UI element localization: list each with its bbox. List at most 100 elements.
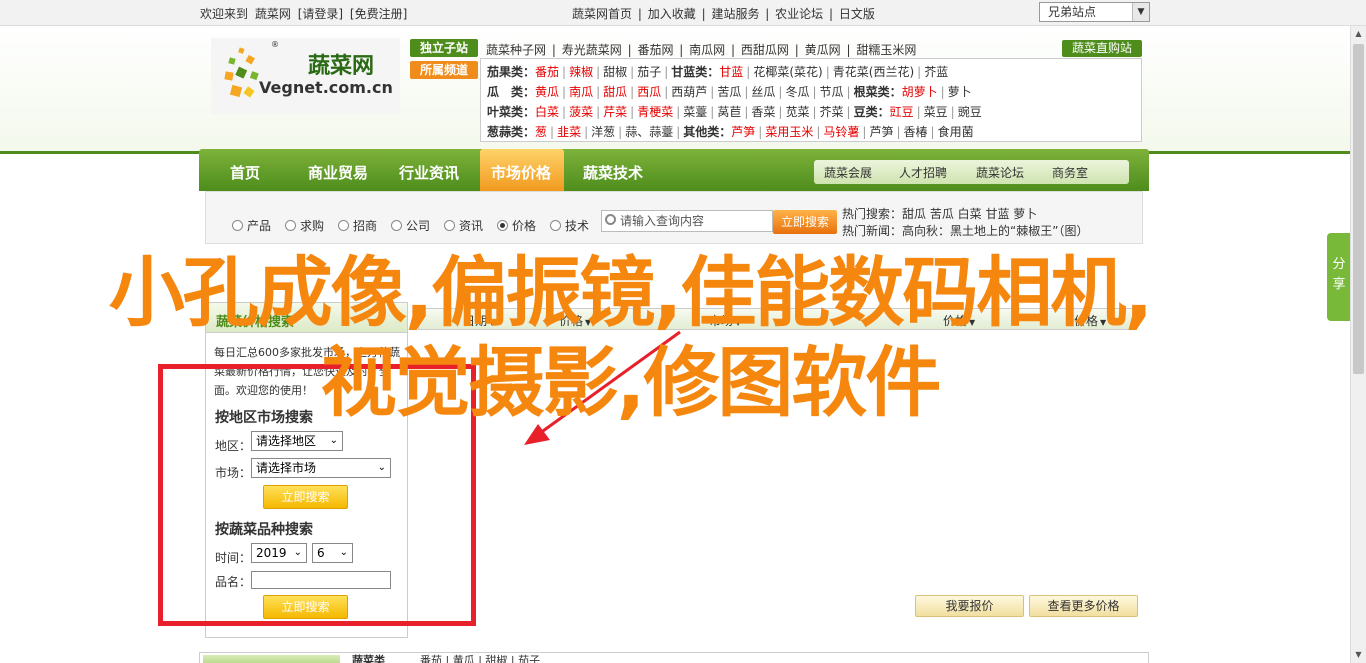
- vegetable-link[interactable]: 辣椒: [569, 65, 593, 79]
- vegetable-link[interactable]: 苋菜: [785, 105, 809, 119]
- vegetable-link[interactable]: 冬瓜: [785, 85, 809, 99]
- radio-price[interactable]: 价格: [497, 217, 536, 234]
- scroll-down-icon[interactable]: ▼: [1351, 647, 1366, 663]
- vegetable-link[interactable]: 青梗菜: [637, 105, 673, 119]
- site-home-link[interactable]: 蔬菜网: [255, 7, 291, 21]
- vegetable-link[interactable]: 葱: [535, 125, 547, 139]
- nav-item-trade[interactable]: 商业贸易: [308, 162, 368, 183]
- more-prices-button[interactable]: 查看更多价格: [1029, 595, 1138, 617]
- vegetable-link[interactable]: 豇豆: [890, 105, 914, 119]
- section-links[interactable]: 番茄 | 黄瓜 | 甜椒 | 茄子: [420, 652, 540, 663]
- radio-tech[interactable]: 技术: [550, 217, 589, 234]
- top-link-forum[interactable]: 农业论坛: [775, 7, 823, 21]
- vegetable-link[interactable]: 香椿: [904, 125, 928, 139]
- search-button[interactable]: 立即搜索: [773, 210, 837, 234]
- vegetable-link[interactable]: 花椰菜(菜花): [753, 65, 822, 79]
- divider: |: [731, 43, 736, 57]
- vegetable-link[interactable]: 甜瓜: [603, 85, 627, 99]
- radio-circle-icon: [391, 220, 402, 231]
- vegetable-link[interactable]: 黄瓜: [535, 85, 559, 99]
- vegetable-link[interactable]: 节瓜: [820, 85, 844, 99]
- vegetable-link[interactable]: 菠菜: [569, 105, 593, 119]
- share-tab[interactable]: 分享: [1327, 233, 1351, 321]
- vegetable-link[interactable]: 苦瓜: [717, 85, 741, 99]
- top-link-favorite[interactable]: 加入收藏: [648, 7, 696, 21]
- sub-nav-business[interactable]: 商务室: [1052, 164, 1088, 181]
- nav-item-news[interactable]: 行业资讯: [399, 162, 459, 183]
- vegetable-link[interactable]: 甘蓝: [719, 65, 743, 79]
- subsite-link[interactable]: 番茄网: [637, 43, 673, 57]
- nav-item-prices[interactable]: 市场价格: [491, 162, 551, 183]
- vegetable-link[interactable]: 食用菌: [938, 125, 974, 139]
- subsite-links: 蔬菜种子网 | 寿光蔬菜网 | 番茄网 | 南瓜网 | 西甜瓜网 | 黄瓜网 |…: [486, 41, 918, 58]
- vegetable-link[interactable]: 莴苣: [717, 105, 741, 119]
- welcome-bar: 欢迎来到 蔬菜网 [请登录] [免费注册]: [200, 5, 410, 22]
- divider: |: [664, 85, 669, 99]
- nav-item-home[interactable]: 首页: [230, 162, 260, 183]
- vegetable-link[interactable]: 豌豆: [958, 105, 982, 119]
- vegetable-link[interactable]: 芹菜: [603, 105, 627, 119]
- vegetable-link[interactable]: 香菜: [751, 105, 775, 119]
- seed-subsite-tag: 独立子站: [410, 39, 478, 57]
- vegetable-link[interactable]: 南瓜: [569, 85, 593, 99]
- radio-invest[interactable]: 招商: [338, 217, 377, 234]
- sub-nav-forum[interactable]: 蔬菜论坛: [976, 164, 1024, 181]
- vegetable-link[interactable]: 白菜: [535, 105, 559, 119]
- vegetable-link[interactable]: 芦笋: [869, 125, 893, 139]
- vegetable-link[interactable]: 胡萝卜: [902, 85, 938, 99]
- subsite-link[interactable]: 南瓜网: [689, 43, 725, 57]
- vegetable-link[interactable]: 菜薹: [683, 105, 707, 119]
- vegetable-link[interactable]: 芥蓝: [924, 65, 948, 79]
- site-logo[interactable]: ® 蔬菜网 Vegnet.com.cn: [211, 38, 400, 114]
- divider: |: [862, 125, 867, 139]
- vegetable-link[interactable]: 甜椒: [603, 65, 627, 79]
- register-link[interactable]: [免费注册]: [350, 7, 407, 21]
- vegetable-link[interactable]: 芥菜: [820, 105, 844, 119]
- subsite-link[interactable]: 寿光蔬菜网: [562, 43, 622, 57]
- subsite-link[interactable]: 西甜瓜网: [741, 43, 789, 57]
- vegetable-link[interactable]: 蒜、蒜薹: [625, 125, 673, 139]
- vegetable-link[interactable]: 洋葱: [591, 125, 615, 139]
- divider: |: [746, 65, 751, 79]
- scrollbar[interactable]: ▲ ▼: [1350, 26, 1366, 663]
- sub-nav-jobs[interactable]: 人才招聘: [899, 164, 947, 181]
- radio-company[interactable]: 公司: [391, 217, 430, 234]
- radio-product[interactable]: 产品: [232, 217, 271, 234]
- vegetable-link[interactable]: 萝卜: [948, 85, 972, 99]
- login-link[interactable]: [请登录]: [298, 7, 343, 21]
- hot-search-items[interactable]: 甜瓜 苦瓜 白菜 甘蓝 萝卜: [902, 207, 1037, 221]
- subsite-link[interactable]: 黄瓜网: [805, 43, 841, 57]
- nav-item-tech[interactable]: 蔬菜技术: [583, 162, 643, 183]
- radio-circle-icon: [285, 220, 296, 231]
- sub-nav-expo[interactable]: 蔬菜会展: [824, 164, 872, 181]
- hot-news-item[interactable]: 高向秋：黑土地上的“棘椒王”（图）: [902, 224, 1088, 238]
- vegetable-link[interactable]: 西瓜: [637, 85, 661, 99]
- logo-chinese-name: 蔬菜网: [308, 53, 375, 79]
- radio-news[interactable]: 资讯: [444, 217, 483, 234]
- top-link-build[interactable]: 建站服务: [711, 7, 759, 21]
- vegetable-link[interactable]: 菜豆: [924, 105, 948, 119]
- sister-site-select[interactable]: 兄弟站点 ▼: [1039, 2, 1150, 22]
- radio-wanted[interactable]: 求购: [285, 217, 324, 234]
- divider: |: [630, 105, 635, 119]
- vegetable-link[interactable]: 青花菜(西兰花): [833, 65, 914, 79]
- vegetable-link[interactable]: 丝瓜: [751, 85, 775, 99]
- vegetable-link[interactable]: 韭菜: [557, 125, 581, 139]
- vegetable-link[interactable]: 西葫芦: [671, 85, 707, 99]
- vegetable-link[interactable]: 茄子: [637, 65, 661, 79]
- scroll-up-icon[interactable]: ▲: [1351, 26, 1366, 42]
- top-link-home[interactable]: 蔬菜网首页: [572, 7, 632, 21]
- scroll-thumb[interactable]: [1353, 44, 1364, 374]
- search-input[interactable]: 请输入查询内容: [601, 210, 773, 232]
- subsite-link[interactable]: 甜糯玉米网: [856, 43, 916, 57]
- vegetable-link[interactable]: 芦笋: [731, 125, 755, 139]
- vegetable-link[interactable]: 番茄: [535, 65, 559, 79]
- vegetable-link[interactable]: 马铃薯: [823, 125, 859, 139]
- hot-news-label: 热门新闻：: [842, 224, 903, 238]
- top-link-japanese[interactable]: 日文版: [839, 7, 875, 21]
- report-price-button[interactable]: 我要报价: [915, 595, 1024, 617]
- vegetable-link[interactable]: 菜用玉米: [765, 125, 813, 139]
- direct-sale-button[interactable]: 蔬菜直购站: [1062, 40, 1142, 57]
- subsite-link[interactable]: 蔬菜种子网: [486, 43, 546, 57]
- share-label: 分享: [1332, 257, 1346, 292]
